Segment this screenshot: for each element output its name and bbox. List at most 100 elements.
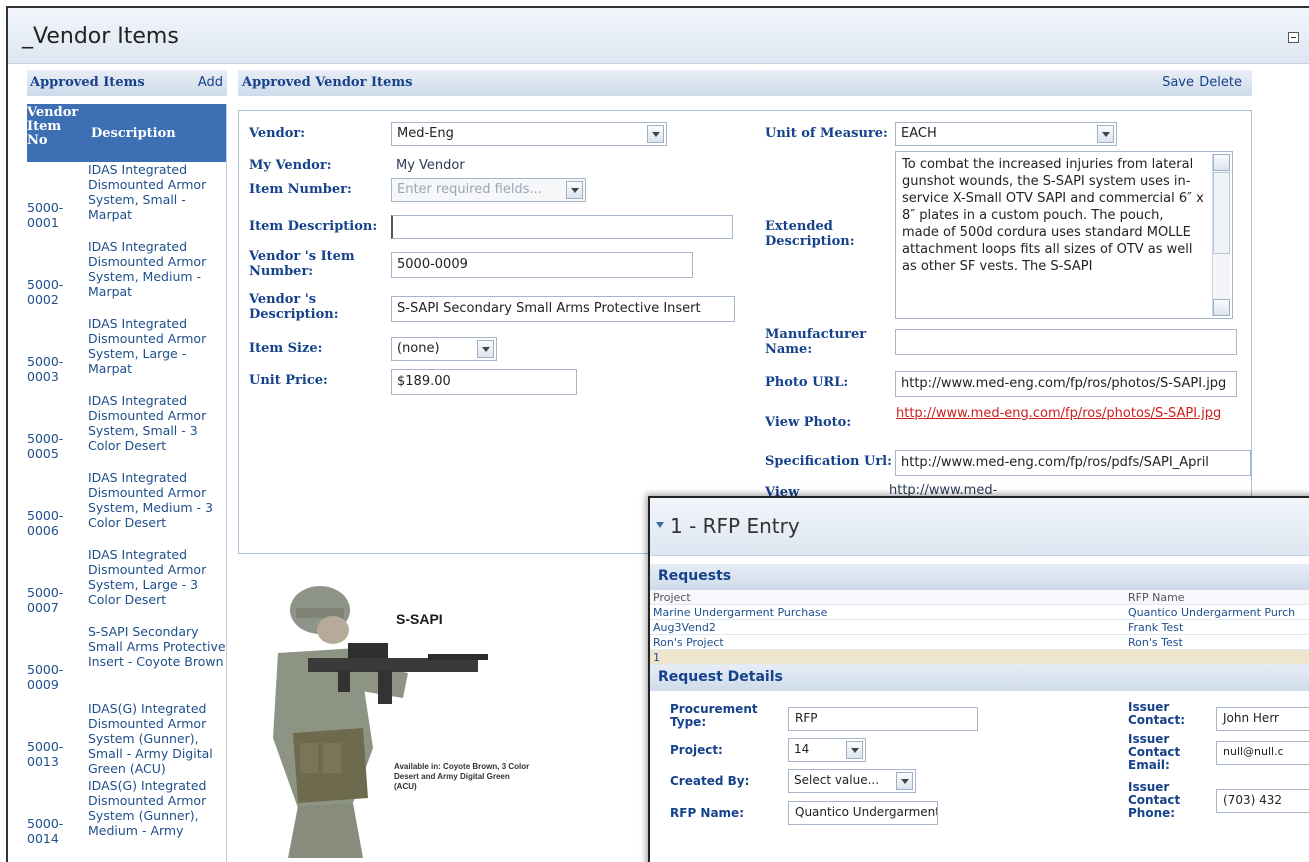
rfp-name-label: RFP Name: — [670, 806, 744, 820]
approved-items-grid: Vendor Item No Description 5000-0001 IDAS… — [27, 104, 227, 862]
rfp-name-input[interactable]: Quantico Undergarment I — [788, 801, 938, 825]
uom-label: Unit of Measure: — [765, 126, 888, 141]
my-vendor-value: My Vendor — [396, 158, 465, 173]
vendor-item-no: 5000-0001 — [27, 200, 64, 230]
issuer-phone-label: Issuer Contact Phone: — [1128, 780, 1181, 820]
col-header-rfp-name[interactable]: RFP Name — [1128, 591, 1185, 604]
item-description: IDAS Integrated Dismounted Armor System,… — [88, 162, 207, 222]
scroll-up-icon[interactable] — [1213, 154, 1230, 171]
list-item[interactable]: 5000-0002 IDAS Integrated Dismounted Armo… — [27, 239, 226, 316]
procurement-type-input[interactable]: RFP — [788, 707, 978, 731]
extended-description-textarea[interactable]: To combat the increased injuries from la… — [895, 151, 1233, 319]
collapse-icon[interactable] — [1288, 32, 1299, 43]
col-header-project[interactable]: Project — [653, 591, 691, 604]
scrollbar[interactable] — [1212, 154, 1230, 316]
table-row[interactable]: Marine Undergarment Purchase Quantico Und… — [650, 605, 1309, 620]
issuer-contact-label: Issuer Contact: — [1128, 700, 1186, 727]
collapse-triangle-icon[interactable] — [656, 522, 664, 528]
vendor-items-header: Approved Vendor Items Save Delete — [238, 70, 1252, 96]
item-description: S-SAPI Secondary Small Arms Protective I… — [88, 624, 226, 669]
item-number-select[interactable]: Enter required fields... — [391, 178, 586, 202]
item-size-value: (none) — [397, 341, 440, 356]
list-item[interactable]: 5000-0014 IDAS(G) Integrated Dismounted A… — [27, 778, 226, 855]
item-number-label: Item Number: — [249, 182, 352, 197]
scroll-thumb[interactable] — [1213, 172, 1230, 254]
vendor-item-no: 5000-0002 — [27, 277, 64, 307]
my-vendor-label: My Vendor: — [249, 158, 332, 173]
list-item[interactable]: 5000-0006 IDAS Integrated Dismounted Armo… — [27, 470, 226, 547]
scroll-down-icon[interactable] — [1213, 299, 1230, 316]
project-label: Project: — [670, 743, 723, 757]
photo-url-input[interactable]: http://www.med-eng.com/fp/ros/photos/S-S… — [895, 371, 1237, 397]
soldier-image — [273, 586, 488, 858]
chevron-down-icon[interactable] — [846, 741, 863, 759]
delete-button[interactable]: Delete — [1199, 75, 1242, 90]
vendor-item-number-input[interactable]: 5000-0009 — [391, 252, 693, 278]
vendor-item-number-label: Vendor 's Item Number: — [249, 249, 355, 279]
vendor-item-no: 5000-0003 — [27, 354, 64, 384]
vendor-item-no: 5000-0009 — [27, 662, 64, 692]
list-item[interactable]: 5000-0001 IDAS Integrated Dismounted Armo… — [27, 162, 226, 239]
col-header-vendor-item-no[interactable]: Vendor Item No — [27, 106, 83, 148]
vendor-select[interactable]: Med-Eng — [391, 122, 667, 146]
unit-price-input[interactable]: $189.00 — [391, 369, 577, 395]
requests-header: Requests — [650, 564, 1309, 590]
project-select[interactable]: 14 — [788, 738, 866, 762]
manufacturer-name-input[interactable] — [895, 329, 1237, 355]
issuer-email-label: Issuer Contact Email: — [1128, 732, 1181, 772]
rfp-title: 1 - RFP Entry — [670, 514, 800, 538]
uom-value: EACH — [901, 126, 937, 141]
list-item[interactable]: 5000-0007 IDAS Integrated Dismounted Armo… — [27, 547, 226, 624]
chevron-down-icon[interactable] — [896, 772, 913, 790]
table-row[interactable]: Aug3Vend2 Frank Test — [650, 620, 1309, 635]
request-details-form: Procurement Type: RFP Project: 14 Create… — [650, 691, 1309, 831]
chevron-down-icon[interactable] — [477, 340, 494, 358]
request-details-header: Request Details — [650, 665, 1309, 691]
vendor-item-no: 5000-0007 — [27, 585, 64, 615]
rfp-name-cell: Ron's Test — [1128, 636, 1183, 649]
photo-title: S-SAPI — [396, 611, 443, 627]
request-details-title: Request Details — [658, 669, 783, 685]
created-by-select[interactable]: Select value... — [788, 769, 916, 793]
rfp-name-cell: Frank Test — [1128, 621, 1184, 634]
item-description-label: Item Description: — [249, 219, 378, 234]
product-photo: S-SAPI Available in: Coyote Brown, 3 Col… — [238, 558, 658, 858]
view-photo-link[interactable]: http://www.med-eng.com/fp/ros/photos/S-S… — [896, 405, 1226, 422]
table-row[interactable]: 1 — [650, 650, 1309, 665]
table-row[interactable]: Ron's Project Ron's Test — [650, 635, 1309, 650]
vendor-description-label: Vendor 's Description: — [249, 292, 339, 322]
item-description: IDAS(G) Integrated Dismounted Armor Syst… — [88, 701, 213, 776]
chevron-down-icon[interactable] — [1097, 125, 1114, 143]
vendor-items-title: Approved Vendor Items — [242, 75, 413, 90]
requests-title: Requests — [658, 568, 732, 584]
list-item[interactable]: 5000-0005 IDAS Integrated Dismounted Armo… — [27, 393, 226, 470]
issuer-contact-input[interactable]: John Herr — [1216, 707, 1309, 731]
manufacturer-name-label: Manufacturer Name: — [765, 327, 867, 357]
save-button[interactable]: Save — [1162, 75, 1194, 90]
chevron-down-icon[interactable] — [647, 125, 664, 143]
item-description-input[interactable] — [391, 215, 733, 239]
add-button[interactable]: Add — [198, 75, 223, 90]
chevron-down-icon[interactable] — [566, 181, 583, 199]
list-item[interactable]: 5000-0009 S-SAPI Secondary Small Arms Pro… — [27, 624, 226, 701]
list-item[interactable]: 5000-0013 IDAS(G) Integrated Dismounted A… — [27, 701, 226, 778]
item-description: IDAS Integrated Dismounted Armor System,… — [88, 470, 213, 530]
vendor-description-input[interactable]: S-SAPI Secondary Small Arms Protective I… — [391, 296, 735, 322]
specification-url-label: Specification Url: — [765, 454, 892, 469]
requests-table: Project RFP Name Marine Undergarment Pur… — [650, 590, 1309, 665]
uom-select[interactable]: EACH — [895, 122, 1117, 146]
vendor-item-no: 5000-0005 — [27, 431, 64, 461]
item-size-select[interactable]: (none) — [391, 337, 497, 361]
grid-header: Vendor Item No Description — [27, 104, 226, 162]
specification-url-input[interactable]: http://www.med-eng.com/fp/ros/pdfs/SAPI_… — [895, 450, 1251, 476]
panel-header: _Vendor Items — [8, 8, 1309, 64]
extended-description-text: To combat the increased injuries from la… — [902, 157, 1204, 274]
vendor-item-no: 5000-0013 — [27, 739, 64, 769]
view-photo-label: View Photo: — [765, 415, 852, 430]
issuer-email-input[interactable]: null@null.c — [1216, 741, 1309, 765]
project-value: 14 — [794, 742, 810, 756]
list-item[interactable]: 5000-0003 IDAS Integrated Dismounted Armo… — [27, 316, 226, 393]
col-header-description[interactable]: Description — [91, 126, 176, 141]
issuer-phone-input[interactable]: (703) 432 — [1216, 789, 1309, 813]
vendor-item-no: 5000-0014 — [27, 816, 64, 846]
